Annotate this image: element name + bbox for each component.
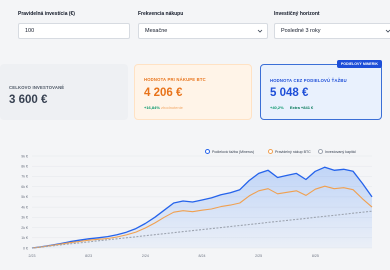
legend-label-btc: Pravidelný nákup BTC bbox=[275, 150, 311, 154]
legend-item-capital[interactable]: Investovaný kapitál bbox=[318, 148, 356, 156]
mining-extra: Extra +841 € bbox=[289, 105, 314, 110]
total-invested-value: 3 600 € bbox=[9, 94, 48, 106]
mining-change: +40,2% bbox=[270, 105, 284, 110]
mining-badge: PODIELOVÝ MINERIK bbox=[336, 60, 382, 68]
mining-change-row: +40,2% Extra +841 € bbox=[270, 105, 313, 110]
y-tick-label: 2k € bbox=[21, 226, 28, 230]
frequency-select[interactable]: Mesačne bbox=[138, 23, 268, 39]
x-tick-label: 2/23 bbox=[29, 254, 36, 258]
chart-svg: 0 € 1k € 2k € 3k € 4k € 5k € 6k € 7k € 8k € 9k € 2… bbox=[21, 154, 373, 258]
legend-item-mining[interactable]: Podielová ťažba (Minerus) bbox=[205, 148, 254, 156]
legend-label-mining: Podielová ťažba (Minerus) bbox=[212, 150, 255, 154]
investment-field: Pravidelná investícia (€) 100 bbox=[18, 10, 130, 39]
total-invested-card: CELKOVO INVESTOVANÉ 3 600 € bbox=[0, 64, 128, 120]
investment-label: Pravidelná investícia (€) bbox=[18, 11, 75, 17]
y-tick-label: 8k € bbox=[21, 165, 28, 169]
x-tick-label: 8/23 bbox=[85, 254, 92, 258]
mining-value-card: PODIELOVÝ MINERIK HODNOTA CEZ PODIELOVÚ … bbox=[260, 60, 382, 120]
mining-value-title: HODNOTA CEZ PODIELOVÚ ŤAŽBU bbox=[270, 78, 347, 83]
period-label: Investičný horizont bbox=[274, 11, 320, 17]
legend-swatch-btc bbox=[268, 149, 273, 155]
total-invested-title: CELKOVO INVESTOVANÉ bbox=[9, 85, 65, 90]
mining-value: 5 048 € bbox=[270, 87, 309, 99]
investment-value: 100 bbox=[25, 28, 35, 34]
x-tick-label: 8/24 bbox=[199, 254, 206, 258]
series-area-0 bbox=[32, 167, 372, 248]
btc-value-title: HODNOTA PRI NÁKUPE BTC bbox=[144, 77, 206, 82]
btc-change-note: zhodnotenie bbox=[161, 105, 183, 110]
legend-label-capital: Investovaný kapitál bbox=[325, 150, 356, 154]
period-field: Investičný horizont Posledné 3 roky bbox=[274, 10, 390, 39]
y-tick-label: 5k € bbox=[21, 195, 28, 199]
legend-item-btc[interactable]: Pravidelný nákup BTC bbox=[268, 148, 311, 156]
period-select[interactable]: Posledné 3 roky bbox=[274, 23, 390, 39]
legend-swatch-mining bbox=[205, 149, 210, 155]
btc-value-card: HODNOTA PRI NÁKUPE BTC 4 206 € +16,84% z… bbox=[134, 64, 252, 120]
btc-value: 4 206 € bbox=[144, 87, 183, 99]
y-tick-label: 9k € bbox=[21, 154, 28, 158]
frequency-label: Frekvencia nákupu bbox=[138, 11, 184, 17]
y-tick-label: 4k € bbox=[21, 205, 28, 209]
btc-change-row: +16,84% zhodnotenie bbox=[144, 105, 183, 110]
investment-input[interactable]: 100 bbox=[18, 23, 130, 39]
y-tick-label: 0 € bbox=[23, 246, 28, 250]
y-tick-label: 3k € bbox=[21, 216, 28, 220]
portfolio-chart: Podielová ťažba (Minerus) Pravidelný nák… bbox=[0, 142, 390, 270]
frequency-value: Mesačne bbox=[145, 28, 168, 34]
x-tick-label: 2/25 bbox=[255, 254, 262, 258]
x-tick-label: 2/24 bbox=[142, 254, 149, 258]
x-tick-label: 8/25 bbox=[312, 254, 319, 258]
chevron-down-icon bbox=[257, 29, 263, 33]
btc-change: +16,84% bbox=[144, 105, 160, 110]
y-tick-label: 6k € bbox=[21, 185, 28, 189]
period-value: Posledné 3 roky bbox=[281, 28, 321, 34]
y-tick-label: 7k € bbox=[21, 175, 28, 179]
frequency-field: Frekvencia nákupu Mesačne bbox=[138, 10, 268, 39]
legend-swatch-capital bbox=[318, 149, 323, 155]
calculator-controls: Pravidelná investícia (€) 100 Frekvencia… bbox=[18, 10, 390, 42]
chevron-down-icon bbox=[385, 29, 390, 33]
y-tick-label: 1k € bbox=[21, 236, 28, 240]
